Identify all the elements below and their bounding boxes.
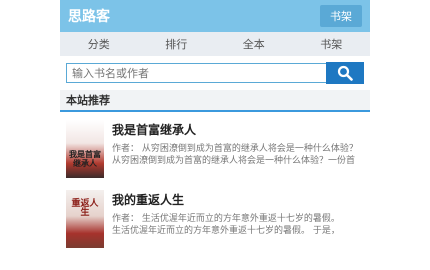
book-author-line: 作者： 生活优渥年近而立的方年意外重返十七岁的暑假。 [112, 214, 340, 224]
book-cover-text: 我是首富继承人 [69, 150, 101, 168]
book-info: 我的重返人生 作者： 生活优渥年近而立的方年意外重返十七岁的暑假。 生活优渥年近… [112, 190, 364, 248]
book-description: 从穷困潦倒到成为首富的继承人将会是一种什么体验？一份首 [112, 156, 356, 166]
search-icon [337, 65, 353, 81]
book-cover[interactable]: 我是首富继承人 [66, 120, 104, 178]
section-title-text: 本站推荐 [66, 94, 110, 107]
category-nav: 分类 排行 全本 书架 [60, 32, 370, 56]
search-bar [66, 62, 364, 84]
book-info: 我是首富继承人 作者： 从穷困潦倒到成为首富的继承人将会是一种什么体验？ 从穷困… [112, 120, 364, 178]
nav-item-category[interactable]: 分类 [88, 36, 110, 52]
app-title[interactable]: 思路客 [68, 6, 110, 26]
search-input[interactable] [66, 63, 326, 83]
book-author-line: 作者： 从穷困潦倒到成为首富的继承人将会是一种什么体验？ [112, 144, 358, 154]
top-bar: 思路客 书架 [60, 0, 370, 32]
search-button[interactable] [326, 62, 364, 84]
app-container: 思路客 书架 分类 排行 全本 书架 本站推荐 我是首富继承人 我是首富继承人 … [60, 0, 370, 270]
book-title[interactable]: 我的重返人生 [112, 191, 364, 208]
nav-item-bookshelf[interactable]: 书架 [320, 36, 342, 52]
book-item[interactable]: 重返人生 我的重返人生 作者： 生活优渥年近而立的方年意外重返十七岁的暑假。 生… [60, 182, 370, 252]
nav-item-complete[interactable]: 全本 [243, 36, 265, 52]
book-title[interactable]: 我是首富继承人 [112, 121, 364, 138]
book-cover[interactable]: 重返人生 [66, 190, 104, 248]
bookshelf-button[interactable]: 书架 [320, 5, 362, 27]
book-description: 生活优渥年近而立的方年意外重返十七岁的暑假。 于是， [112, 226, 340, 236]
section-title: 本站推荐 [60, 90, 370, 112]
nav-item-ranking[interactable]: 排行 [165, 36, 187, 52]
book-item[interactable]: 我是首富继承人 我是首富继承人 作者： 从穷困潦倒到成为首富的继承人将会是一种什… [60, 112, 370, 182]
book-cover-text: 重返人生 [71, 199, 99, 218]
